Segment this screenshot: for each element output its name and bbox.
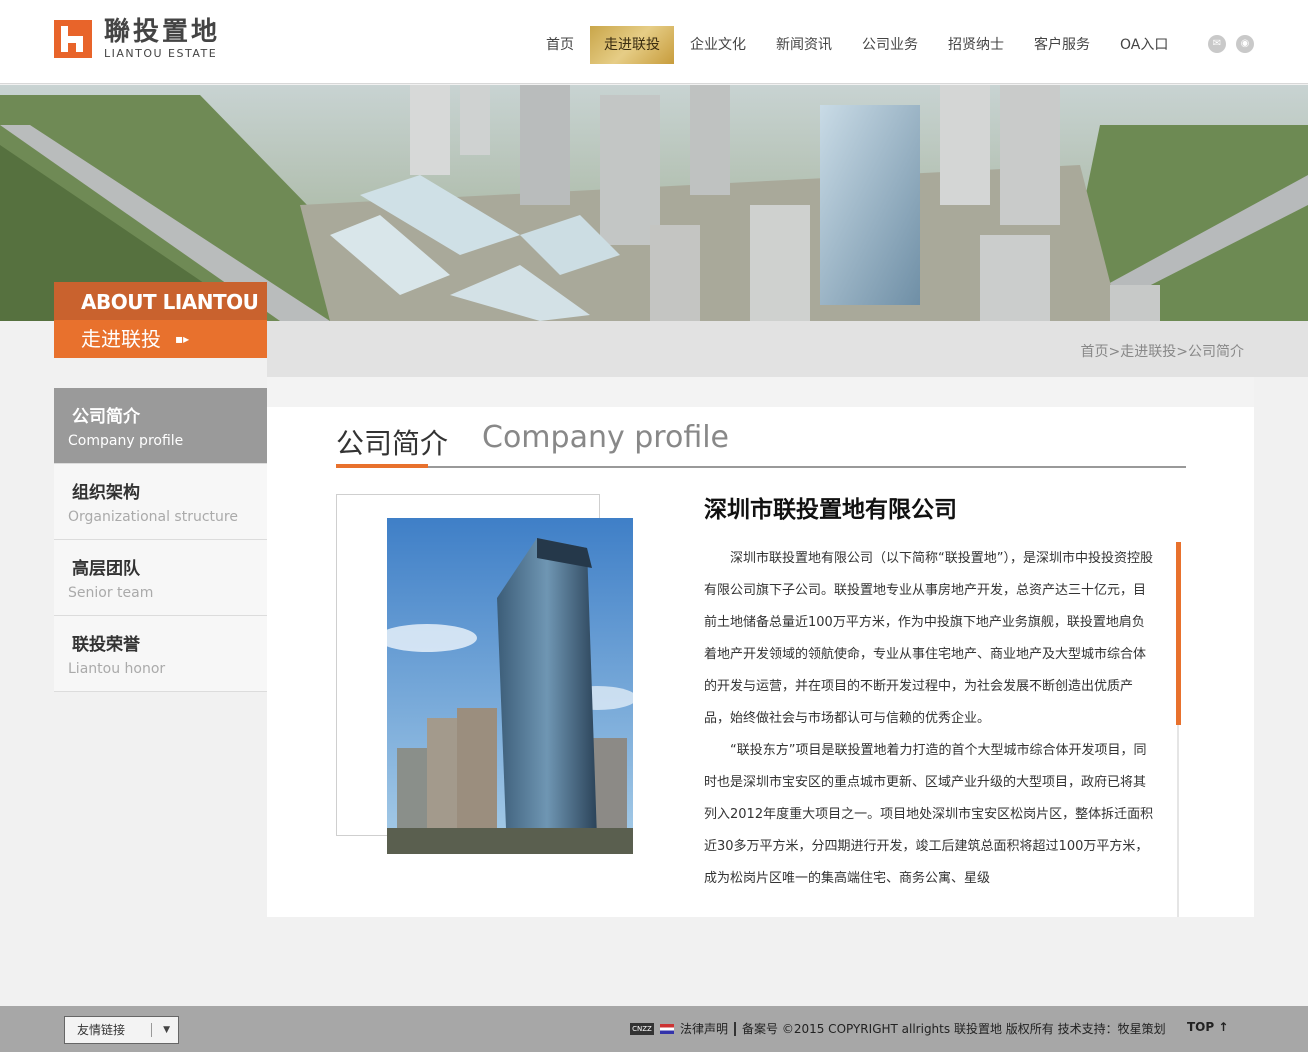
flag-icon bbox=[660, 1023, 674, 1034]
section-badge-chinese: 走进联投 bbox=[81, 327, 161, 351]
nav-item-careers[interactable]: 招贤纳士 bbox=[934, 26, 1018, 64]
nav-item-oa[interactable]: OA入口 bbox=[1106, 26, 1182, 64]
sidebar-item-senior-team[interactable]: 高层团队 Senior team bbox=[54, 540, 267, 616]
logo-english-name: LIANTOU ESTATE bbox=[104, 47, 218, 60]
logo[interactable]: 聯投置地 LIANTOU ESTATE bbox=[54, 19, 220, 59]
section-badge-english: ABOUT LIANTOU bbox=[54, 282, 267, 320]
cnzz-badge[interactable]: CNZZ bbox=[630, 1022, 654, 1035]
site-header: 聯投置地 LIANTOU ESTATE 首页 走进联投 企业文化 新闻资讯 公司… bbox=[0, 0, 1308, 84]
sidebar-item-label: 高层团队 bbox=[72, 559, 140, 579]
company-intro-text: 深圳市联投置地有限公司（以下简称“联投置地”），是深圳市中投投资控股有限公司旗下… bbox=[704, 543, 1156, 917]
nav-item-service[interactable]: 客户服务 bbox=[1020, 26, 1104, 64]
friend-links-label: 友情链接 bbox=[77, 1023, 126, 1037]
copyright-text: 备案号 ©2015 COPYRIGHT allrights 联投置地 版权所有 … bbox=[742, 1022, 1166, 1036]
nav-item-home[interactable]: 首页 bbox=[532, 26, 588, 64]
arrow-right-icon: ▪▸ bbox=[175, 332, 190, 346]
friend-links-select[interactable]: 友情链接 ▼ bbox=[64, 1016, 179, 1044]
nav-item-about[interactable]: 走进联投 bbox=[590, 26, 674, 64]
sidebar-item-sublabel: Liantou honor bbox=[68, 661, 166, 677]
footer-info: CNZZ 法律声明 备案号 ©2015 COPYRIGHT allrights … bbox=[630, 1020, 1166, 1037]
title-accent-underline bbox=[336, 464, 428, 468]
page-title-english: Company profile bbox=[482, 420, 730, 455]
sidebar-item-company-profile[interactable]: 公司简介 Company profile bbox=[54, 388, 267, 464]
main-nav: 首页 走进联投 企业文化 新闻资讯 公司业务 招贤纳士 客户服务 OA入口 bbox=[532, 26, 1184, 64]
page-title: 公司简介 bbox=[336, 427, 449, 460]
sidebar-item-label: 联投荣誉 bbox=[72, 635, 140, 655]
breadcrumb-bar: 首页>走进联投>公司简介 bbox=[267, 321, 1308, 377]
sidebar-item-sublabel: Company profile bbox=[68, 433, 184, 449]
sidebar-item-sublabel: Senior team bbox=[68, 585, 154, 601]
sidebar-item-label: 公司简介 bbox=[72, 407, 140, 427]
wechat-icon[interactable]: ✉ bbox=[1208, 35, 1226, 53]
nav-item-business[interactable]: 公司业务 bbox=[848, 26, 932, 64]
scrollbar-thumb[interactable] bbox=[1176, 542, 1181, 725]
sidebar-item-honor[interactable]: 联投荣誉 Liantou honor bbox=[54, 616, 267, 692]
sidebar-item-sublabel: Organizational structure bbox=[68, 509, 238, 525]
nav-item-news[interactable]: 新闻资讯 bbox=[762, 26, 846, 64]
site-footer: 友情链接 ▼ CNZZ 法律声明 备案号 ©2015 COPYRIGHT all… bbox=[0, 1006, 1308, 1052]
weibo-icon[interactable]: ◉ bbox=[1236, 35, 1254, 53]
intro-paragraph: “联投东方”项目是联投置地着力打造的首个大型城市综合体开发项目，同时也是深圳市宝… bbox=[704, 743, 1154, 886]
back-to-top-link[interactable]: TOP ↑ bbox=[1187, 1020, 1228, 1034]
sidebar-item-label: 组织架构 bbox=[72, 483, 140, 503]
sidebar: 公司简介 Company profile 组织架构 Organizational… bbox=[54, 388, 267, 692]
page-title-row: 公司简介 Company profile bbox=[336, 420, 1186, 468]
intro-paragraph: 深圳市联投置地有限公司（以下简称“联投置地”），是深圳市中投投资控股有限公司旗下… bbox=[704, 551, 1153, 726]
nav-item-culture[interactable]: 企业文化 bbox=[676, 26, 760, 64]
legal-link[interactable]: 法律声明 bbox=[680, 1020, 728, 1037]
building-photo bbox=[387, 518, 633, 854]
logo-mark-icon bbox=[54, 20, 92, 58]
breadcrumb[interactable]: 首页>走进联投>公司简介 bbox=[1081, 341, 1244, 361]
sidebar-item-organization[interactable]: 组织架构 Organizational structure bbox=[54, 464, 267, 540]
logo-chinese-name: 聯投置地 bbox=[104, 17, 221, 47]
section-badge: ABOUT LIANTOU 走进联投 ▪▸ bbox=[54, 282, 267, 358]
chevron-down-icon: ▼ bbox=[163, 1025, 170, 1035]
company-name-heading: 深圳市联投置地有限公司 bbox=[704, 497, 957, 523]
